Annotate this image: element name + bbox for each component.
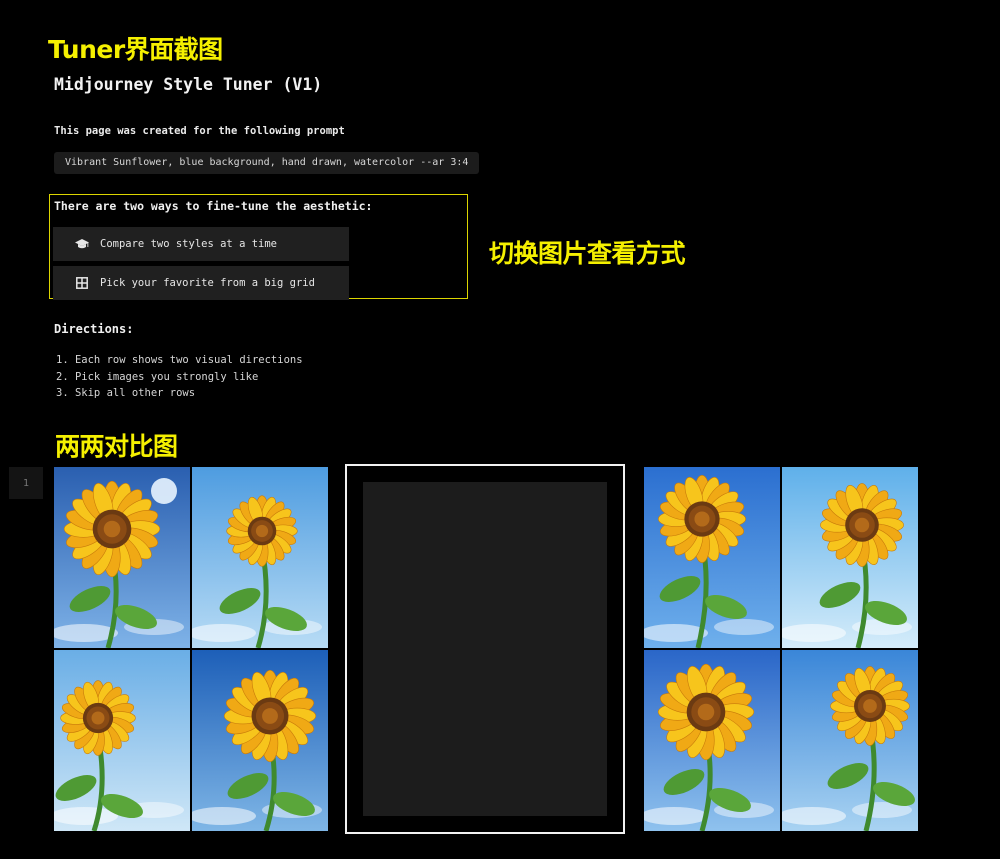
- sunflower-image[interactable]: [54, 467, 190, 648]
- graduation-cap-icon: [75, 237, 89, 251]
- sunflower-image[interactable]: [644, 650, 780, 831]
- sunflower-image[interactable]: [644, 467, 780, 648]
- annotation-tuner-screenshot: Tuner界面截图: [48, 35, 223, 64]
- style-a-image-grid[interactable]: [54, 467, 328, 831]
- directions-heading: Directions:: [54, 322, 134, 336]
- directions-list: 1. Each row shows two visual directions …: [56, 352, 303, 402]
- big-grid-label: Pick your favorite from a big grid: [100, 277, 315, 289]
- compare-styles-label: Compare two styles at a time: [100, 238, 278, 250]
- prompt-text: Vibrant Sunflower, blue background, hand…: [54, 152, 480, 174]
- mode-panel: There are two ways to fine-tune the aest…: [49, 194, 468, 300]
- selection-slot[interactable]: [345, 464, 625, 834]
- style-b-image-grid[interactable]: [644, 467, 918, 831]
- direction-item: 2. Pick images you strongly like: [56, 370, 259, 383]
- annotation-pairwise: 两两对比图: [55, 432, 178, 461]
- sunflower-image[interactable]: [782, 650, 918, 831]
- sunflower-image[interactable]: [782, 467, 918, 648]
- row-number: 1: [9, 467, 43, 499]
- prompt-intro: This page was created for the following …: [54, 125, 345, 137]
- big-grid-button[interactable]: Pick your favorite from a big grid: [53, 266, 349, 300]
- empty-placeholder: [363, 482, 607, 816]
- direction-item: 1. Each row shows two visual directions: [56, 354, 303, 366]
- annotation-switch-view: 切换图片查看方式: [489, 239, 686, 268]
- grid-icon: [75, 276, 89, 290]
- direction-item: 3. Skip all other rows: [56, 387, 196, 399]
- compare-styles-button[interactable]: Compare two styles at a time: [53, 227, 349, 261]
- sunflower-image[interactable]: [54, 650, 190, 831]
- sunflower-image[interactable]: [192, 650, 328, 831]
- mode-heading: There are two ways to fine-tune the aest…: [54, 199, 373, 213]
- sunflower-image[interactable]: [192, 467, 328, 648]
- page-title: Midjourney Style Tuner (V1): [54, 75, 323, 94]
